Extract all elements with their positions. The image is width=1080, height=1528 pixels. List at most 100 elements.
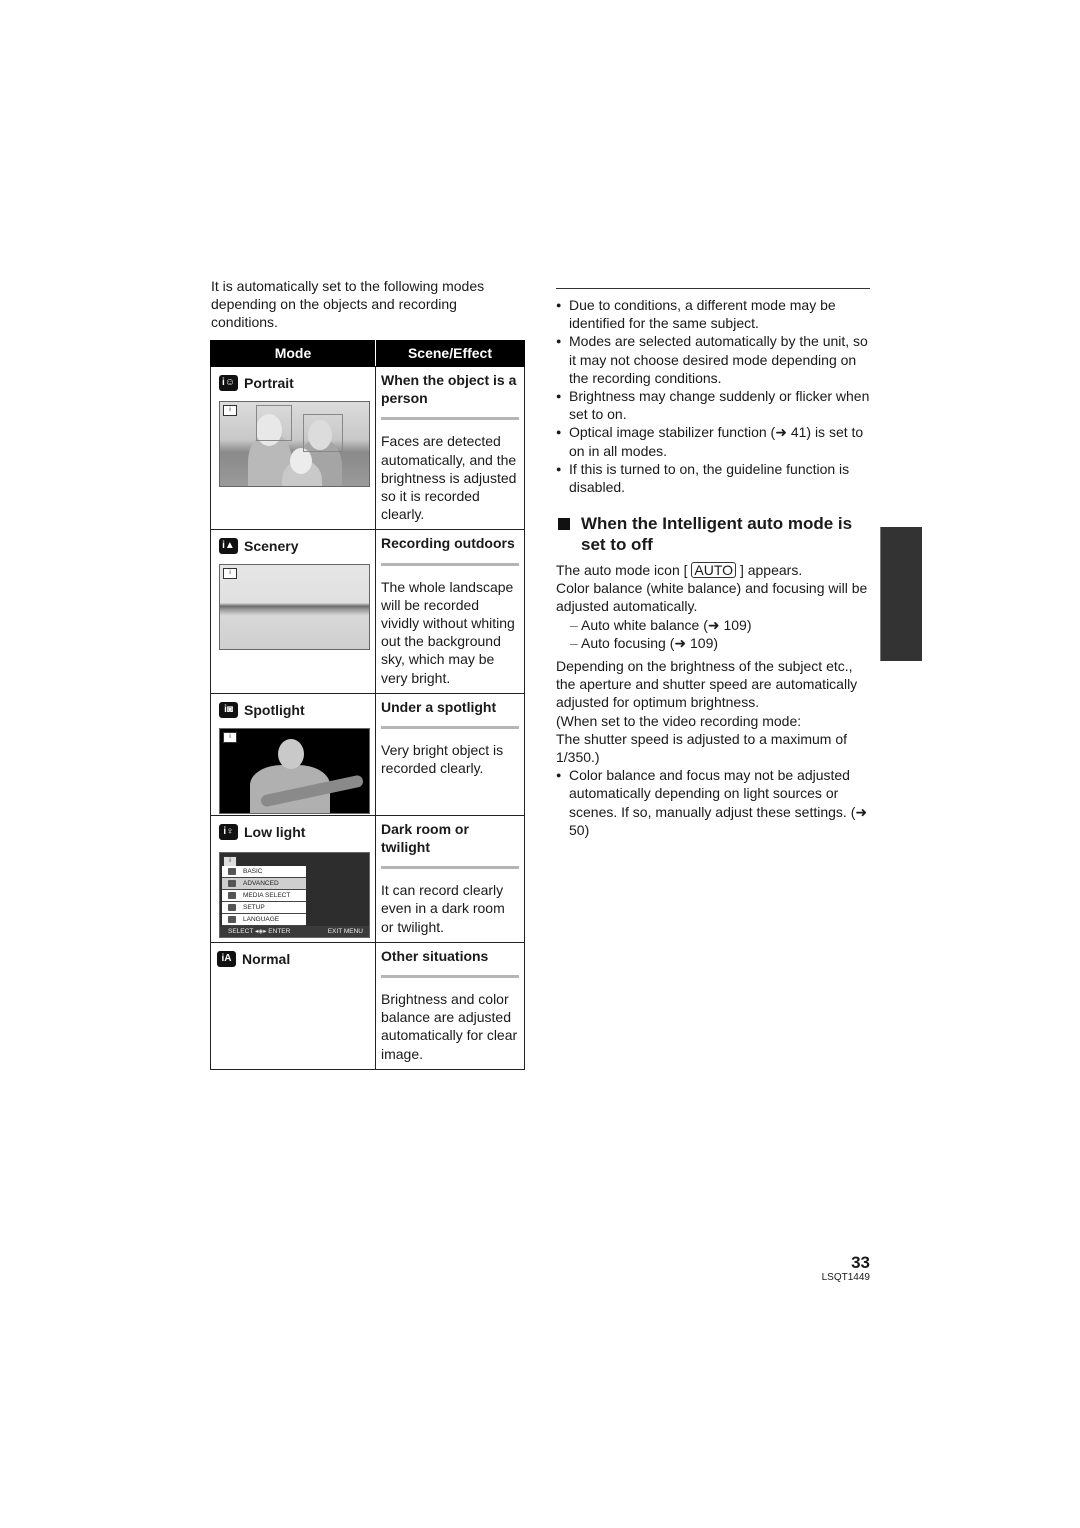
heading-square-icon (558, 518, 570, 530)
table-row-normal: iA Normal Other situations Brightness an… (210, 941, 525, 1070)
effect-title: Under a spotlight (381, 698, 497, 715)
normal-mode-icon: iA (217, 950, 236, 967)
final-notes-list: Color balance and focus may not be adjus… (556, 766, 872, 839)
menu-item-advanced: ADVANCED (222, 877, 306, 890)
effect-title: Dark room or twilight (381, 820, 469, 856)
advanced-icon (228, 879, 236, 887)
note-item: Optical image stabilizer function (➜ 41)… (556, 423, 872, 459)
section-heading: When the Intelligent auto mode is set to… (556, 513, 876, 555)
auto-mode-block: The auto mode icon [ AUTO ] appears. Col… (556, 561, 872, 652)
table-row-scenery: i▲ Scenery i Recording outdoors The whol… (210, 529, 525, 694)
divider (381, 562, 519, 566)
portrait-mode-icon: i (223, 405, 237, 416)
column-header-scene-effect: Scene/Effect (375, 340, 525, 367)
note-item: If this is turned to on, the guideline f… (556, 460, 872, 496)
note-item: Due to conditions, a different mode may … (556, 296, 872, 332)
effect-description: Very bright object is recorded clearly. (381, 742, 504, 777)
menu-item-media-select: MEDIA SELECT (222, 889, 306, 902)
note-item: Color balance and focus may not be adjus… (556, 766, 872, 839)
effect-cell: Recording outdoors The whole landscape w… (375, 529, 525, 694)
mode-name: Low light (244, 823, 306, 840)
menu-list: BASIC ADVANCED MEDIA SELECT SETUP LANGUA… (222, 865, 306, 926)
portrait-example-image: i (219, 401, 370, 487)
mode-cell: i▲ Scenery i (210, 529, 376, 694)
scenery-mode-icon: i▲ (219, 538, 238, 555)
mode-cell: iA Normal (210, 941, 376, 1070)
scenery-example-image: i (219, 564, 370, 651)
basic-icon (228, 867, 236, 875)
mode-name: Spotlight (244, 701, 305, 718)
table-header-row: Mode Scene/Effect (210, 340, 525, 367)
section-heading-text: When the Intelligent auto mode is set to… (581, 514, 853, 554)
sub-item-auto-white-balance: Auto white balance (➜ 109) (570, 616, 872, 634)
sub-item-auto-focusing: Auto focusing (➜ 109) (570, 634, 872, 652)
table-row-portrait: i☺ Portrait i When the object is a perso… (210, 365, 525, 531)
video-note-line-1: (When set to the video recording mode: (556, 712, 802, 729)
media-select-icon (228, 891, 236, 899)
face-detection-frame (303, 414, 343, 452)
document-code: LSQT1449 (821, 1272, 870, 1283)
face-detection-frame (256, 405, 292, 441)
intro-paragraph: It is automatically set to the following… (211, 278, 485, 331)
section-rule (556, 288, 870, 289)
spotlight-mode-icon: i (223, 731, 237, 743)
menu-footer: SELECT ◂◈▸ ENTER EXIT MENU (220, 925, 369, 937)
mode-name: Normal (242, 950, 291, 967)
effect-cell: Under a spotlight Very bright object is … (375, 692, 525, 816)
effect-description: The whole landscape will be recorded viv… (381, 578, 515, 686)
menu-item-setup: SETUP (222, 901, 306, 914)
spotlight-mode-icon: i◙ (219, 701, 238, 718)
spotlight-example-image: i (219, 727, 370, 814)
depend-paragraph: Depending on the brightness of the subje… (556, 658, 858, 711)
effect-title: Other situations (381, 947, 489, 964)
mode-cell: i☺ Portrait i (210, 365, 376, 531)
mode-label: i◙ Spotlight (219, 700, 375, 720)
low-light-mode-icon: i♀ (219, 823, 238, 840)
performer-head (278, 738, 304, 769)
menu-footer-select: SELECT ◂◈▸ ENTER (228, 927, 291, 935)
menu-footer-exit: EXIT MENU (327, 927, 363, 935)
divider (381, 417, 519, 421)
mode-label: iA Normal (217, 949, 375, 969)
effect-cell: Dark room or twilight It can record clea… (375, 814, 525, 943)
mode-table: Mode Scene/Effect i☺ Portrait i When the… (210, 340, 525, 1070)
auto-mode-icon: AUTO (691, 562, 737, 578)
effect-title: When the object is a person (381, 372, 517, 407)
page-number: 33 (851, 1253, 870, 1272)
scenery-mode-icon: i (223, 568, 237, 580)
mode-label: i▲ Scenery (219, 536, 375, 556)
language-icon (228, 915, 236, 923)
effect-description: Faces are detected automatically, and th… (381, 433, 517, 523)
auto-icon-line: The auto mode icon [ AUTO ] appears. (556, 562, 803, 578)
video-note-line-2: The shutter speed is adjusted to a maxim… (556, 730, 848, 766)
mode-label: i☺ Portrait (219, 373, 375, 393)
menu-item-language: LANGUAGE (222, 913, 306, 926)
color-balance-line: Color balance (white balance) and focusi… (556, 580, 868, 615)
setup-icon (228, 903, 236, 911)
menu-item-basic: BASIC (222, 865, 306, 878)
table-row-low-light: i♀ Low light i BASIC ADVANCED MEDIA SELE… (210, 814, 525, 943)
divider (381, 975, 519, 979)
mode-label: i♀ Low light (219, 822, 375, 842)
mode-name: Scenery (244, 538, 299, 555)
effect-title: Recording outdoors (381, 535, 515, 552)
effect-description: It can record clearly even in a dark roo… (381, 882, 505, 935)
notes-list: Due to conditions, a different mode may … (556, 296, 872, 496)
chapter-tab-marker (880, 527, 922, 661)
mode-cell: i♀ Low light i BASIC ADVANCED MEDIA SELE… (210, 814, 376, 943)
low-light-example-menu-screen: i BASIC ADVANCED MEDIA SELECT SETUP LANG… (219, 851, 370, 938)
effect-description: Brightness and color balance are adjuste… (381, 991, 518, 1062)
effect-cell: When the object is a person Faces are de… (375, 365, 525, 531)
note-item: Brightness may change suddenly or flicke… (556, 387, 872, 423)
portrait-mode-icon: i☺ (219, 375, 238, 391)
mode-cell: i◙ Spotlight i (210, 692, 376, 816)
divider (381, 726, 519, 730)
column-header-mode: Mode (210, 340, 376, 367)
table-row-spotlight: i◙ Spotlight i Under a spotlight Very br… (210, 692, 525, 816)
note-item: Modes are selected automatically by the … (556, 332, 872, 387)
effect-cell: Other situations Brightness and color ba… (375, 941, 525, 1070)
sub-items: Auto white balance (➜ 109) Auto focusing… (570, 616, 872, 653)
brightness-block: Depending on the brightness of the subje… (556, 657, 872, 839)
divider (381, 866, 519, 870)
mode-name: Portrait (244, 374, 294, 391)
